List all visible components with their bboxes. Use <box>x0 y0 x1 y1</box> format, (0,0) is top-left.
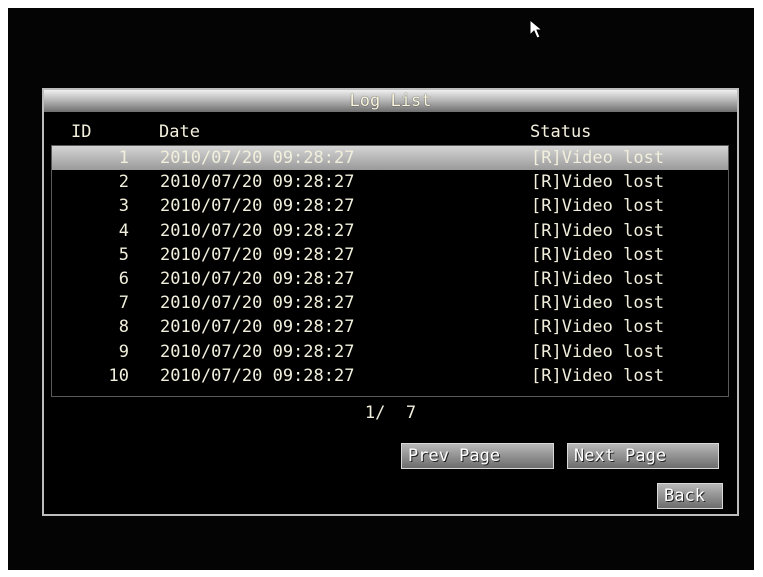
table-row[interactable]: 10 2010/07/20 09:28:27 [R]Video lost <box>52 364 728 388</box>
table-row[interactable]: 3 2010/07/20 09:28:27 [R]Video lost <box>52 194 728 218</box>
row-id: 6 <box>118 268 129 289</box>
table-row[interactable]: 5 2010/07/20 09:28:27 [R]Video lost <box>52 243 728 267</box>
row-id: 10 <box>108 365 129 386</box>
row-date: 2010/07/20 09:28:27 <box>160 268 355 289</box>
row-status: [R]Video lost <box>531 172 665 193</box>
row-date: 2010/07/20 09:28:27 <box>160 293 355 314</box>
table-row[interactable]: 7 2010/07/20 09:28:27 [R]Video lost <box>52 291 728 315</box>
log-list-dialog: Log List ID Date Status 1 2010/07/20 09:… <box>42 88 739 516</box>
column-header-date: Date <box>159 122 200 142</box>
row-status: [R]Video lost <box>531 268 665 289</box>
row-status: [R]Video lost <box>531 244 665 265</box>
column-header-id: ID <box>71 122 92 142</box>
dialog-title: Log List <box>44 90 737 112</box>
page-indicator: 1/ 7 <box>364 403 417 423</box>
row-id: 9 <box>118 341 129 362</box>
table-row[interactable]: 4 2010/07/20 09:28:27 [R]Video lost <box>52 219 728 243</box>
row-date: 2010/07/20 09:28:27 <box>160 148 355 168</box>
log-table: 1 2010/07/20 09:28:27 [R]Video lost 2 20… <box>51 145 729 397</box>
row-id: 2 <box>118 172 129 193</box>
row-date: 2010/07/20 09:28:27 <box>160 196 355 217</box>
row-id: 1 <box>118 148 129 168</box>
row-id: 8 <box>118 317 129 338</box>
row-date: 2010/07/20 09:28:27 <box>160 317 355 338</box>
row-status: [R]Video lost <box>531 293 665 314</box>
table-row[interactable]: 6 2010/07/20 09:28:27 [R]Video lost <box>52 267 728 291</box>
next-page-button[interactable]: Next Page <box>567 443 719 469</box>
table-row[interactable]: 9 2010/07/20 09:28:27 [R]Video lost <box>52 340 728 364</box>
row-status: [R]Video lost <box>531 220 665 241</box>
row-status: [R]Video lost <box>531 148 665 168</box>
row-id: 5 <box>118 244 129 265</box>
row-status: [R]Video lost <box>531 317 665 338</box>
row-date: 2010/07/20 09:28:27 <box>160 341 355 362</box>
row-status: [R]Video lost <box>531 341 665 362</box>
dvr-screen: Log List ID Date Status 1 2010/07/20 09:… <box>8 8 754 570</box>
back-button[interactable]: Back <box>657 483 723 509</box>
table-row[interactable]: 1 2010/07/20 09:28:27 [R]Video lost <box>52 146 728 171</box>
row-id: 3 <box>118 196 129 217</box>
row-status: [R]Video lost <box>531 196 665 217</box>
row-date: 2010/07/20 09:28:27 <box>160 244 355 265</box>
prev-page-button[interactable]: Prev Page <box>401 443 554 469</box>
table-row[interactable]: 2 2010/07/20 09:28:27 [R]Video lost <box>52 170 728 194</box>
row-id: 7 <box>118 293 129 314</box>
column-header-status: Status <box>530 122 592 142</box>
row-date: 2010/07/20 09:28:27 <box>160 365 355 386</box>
row-date: 2010/07/20 09:28:27 <box>160 220 355 241</box>
row-date: 2010/07/20 09:28:27 <box>160 172 355 193</box>
row-id: 4 <box>118 220 129 241</box>
row-status: [R]Video lost <box>531 365 665 386</box>
mouse-pointer-icon <box>529 19 543 39</box>
table-row[interactable]: 8 2010/07/20 09:28:27 [R]Video lost <box>52 315 728 339</box>
